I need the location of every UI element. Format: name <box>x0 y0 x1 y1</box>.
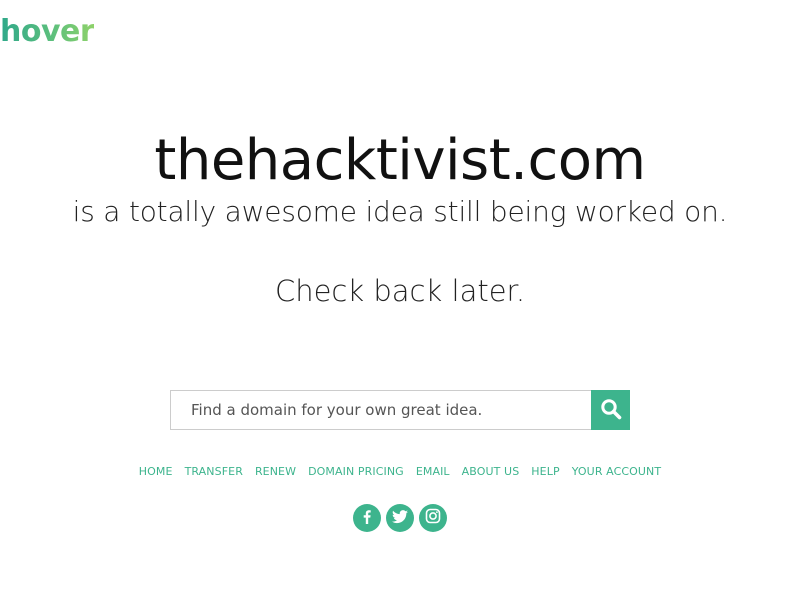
nav-domain-pricing[interactable]: DOMAIN PRICING <box>308 464 404 480</box>
nav-transfer[interactable]: TRANSFER <box>185 464 243 480</box>
domain-title: thehacktivist.com <box>154 128 646 193</box>
instagram-link[interactable] <box>419 504 447 532</box>
hover-logo[interactable]: hover <box>0 12 95 52</box>
nav-about-us[interactable]: ABOUT US <box>462 464 520 480</box>
domain-search-input[interactable] <box>170 390 591 430</box>
twitter-link[interactable] <box>386 504 414 532</box>
domain-search-form <box>170 390 630 430</box>
nav-home[interactable]: HOME <box>139 464 173 480</box>
twitter-icon <box>392 509 408 528</box>
facebook-icon <box>360 509 374 528</box>
footer-nav: HOME TRANSFER RENEW DOMAIN PRICING EMAIL… <box>0 464 800 480</box>
facebook-link[interactable] <box>353 504 381 532</box>
instagram-icon <box>425 508 441 528</box>
nav-help[interactable]: HELP <box>531 464 559 480</box>
search-icon <box>600 398 622 423</box>
search-button[interactable] <box>591 390 630 430</box>
page: hover thehacktivist.com is a totally awe… <box>0 0 800 600</box>
nav-email[interactable]: EMAIL <box>416 464 450 480</box>
social-links <box>0 504 800 532</box>
check-back-text: Check back later. <box>274 274 526 308</box>
tagline: is a totally awesome idea still being wo… <box>72 195 728 228</box>
nav-your-account[interactable]: YOUR ACCOUNT <box>572 464 662 480</box>
nav-renew[interactable]: RENEW <box>255 464 296 480</box>
